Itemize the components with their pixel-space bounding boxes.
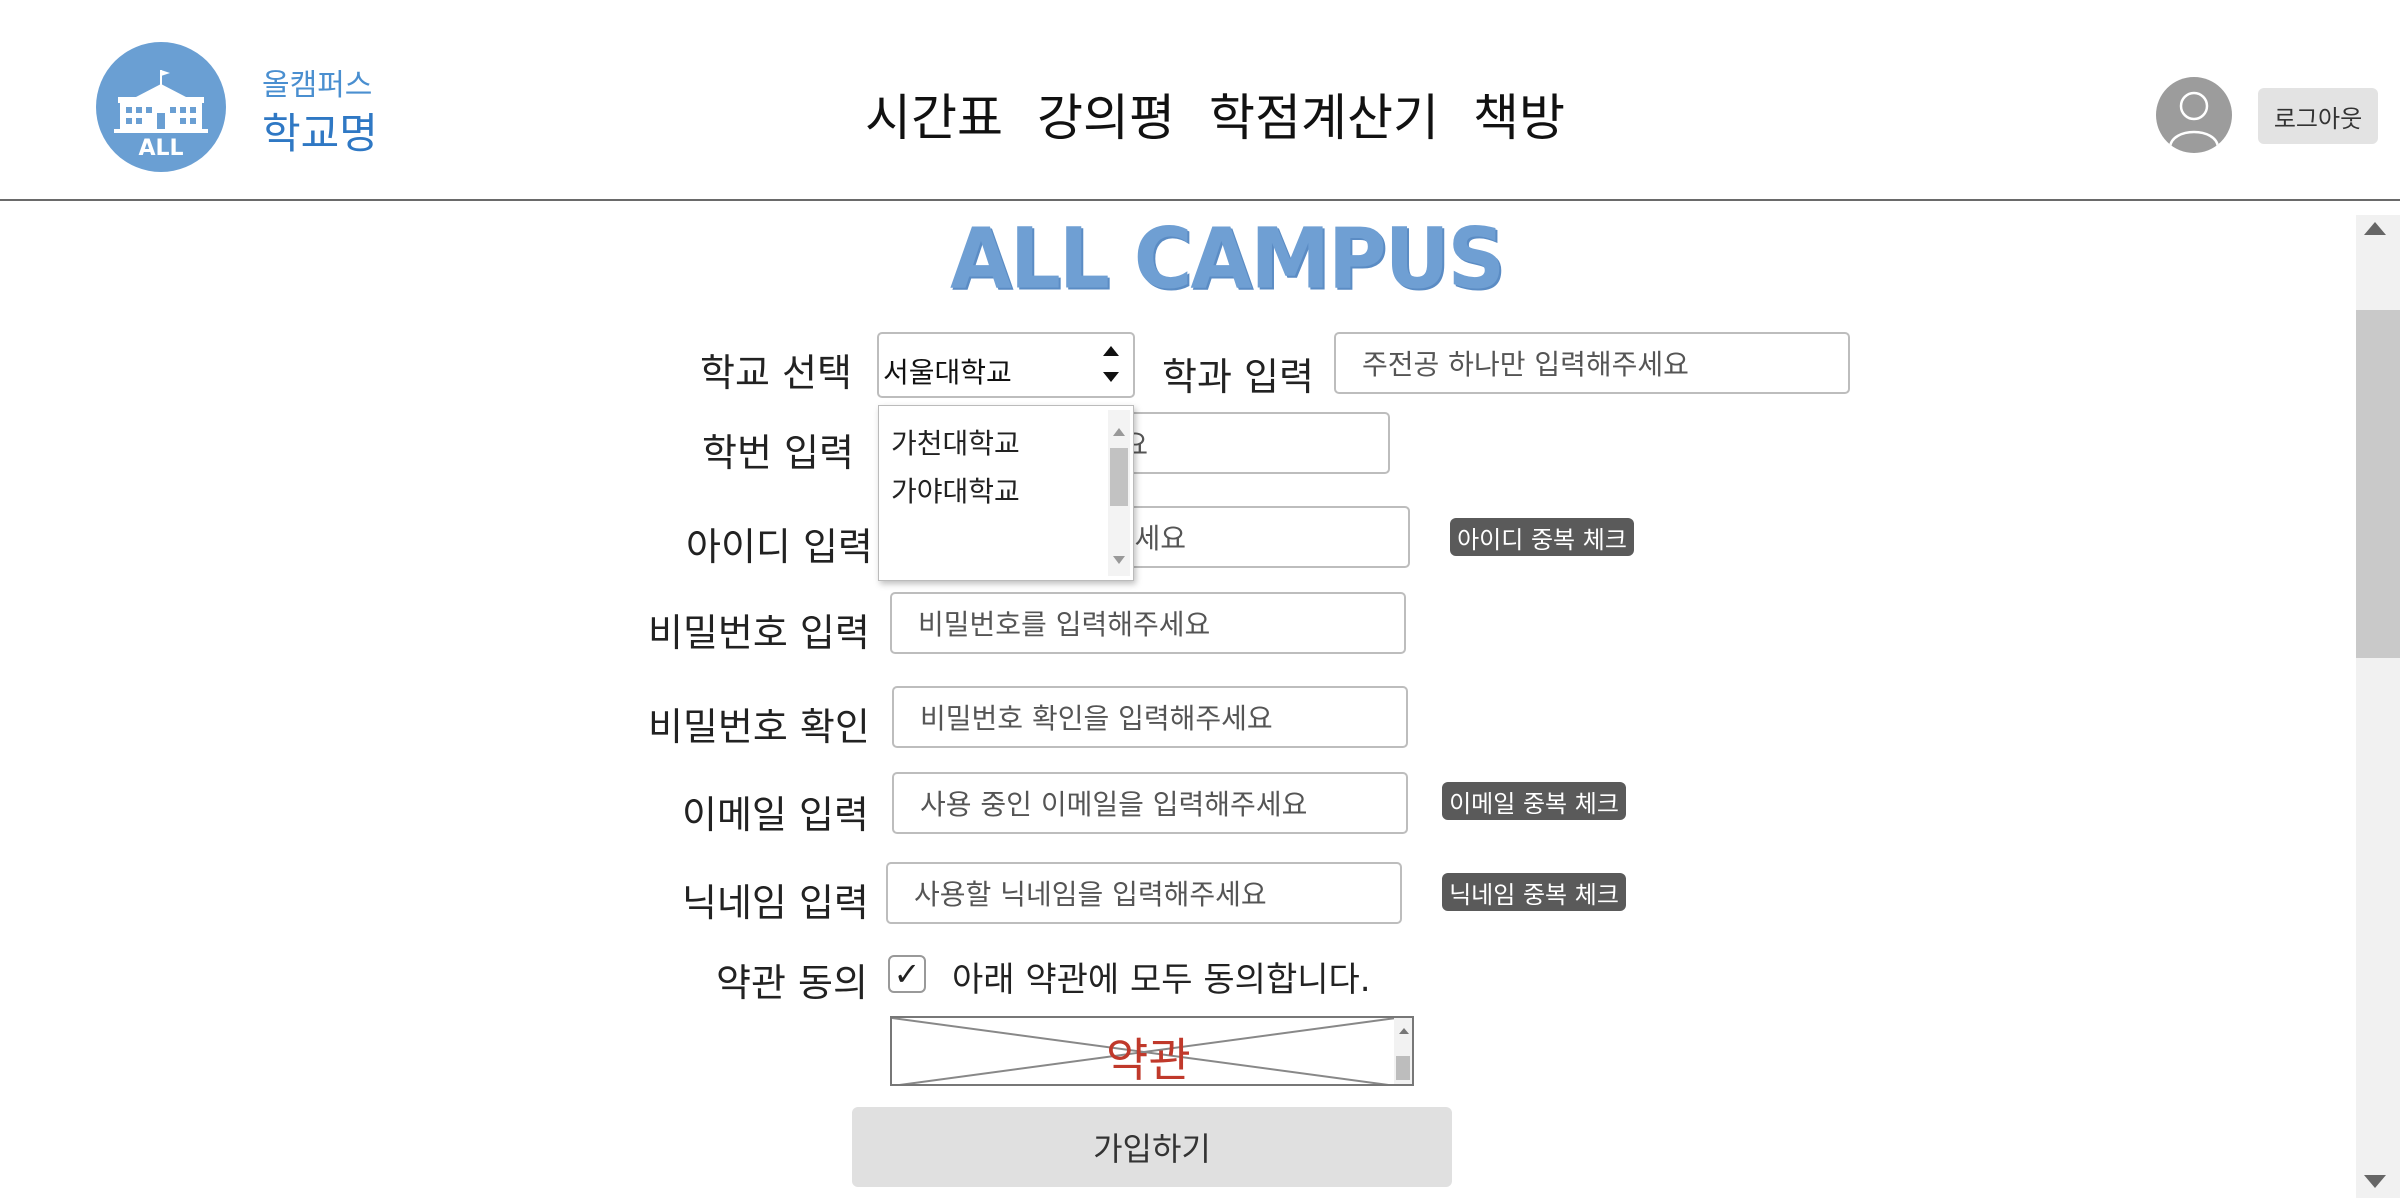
school-select[interactable]: 서울대학교 bbox=[877, 332, 1135, 398]
signup-button[interactable]: 가입하기 bbox=[852, 1107, 1452, 1187]
terms-checkbox[interactable]: ✓ bbox=[888, 955, 926, 993]
school-dropdown-list: 가천대학교 가야대학교 bbox=[878, 405, 1134, 581]
password-label: 비밀번호 입력 bbox=[648, 611, 870, 655]
dropdown-scroll-up-icon[interactable] bbox=[1113, 428, 1125, 436]
nav-bookstore[interactable]: 책방 bbox=[1473, 78, 1565, 150]
email-check-button[interactable]: 이메일 중복 체크 bbox=[1442, 782, 1626, 820]
main-nav: 시간표 강의평 학점계산기 책방 bbox=[865, 78, 1565, 150]
nickname-label: 닉네임 입력 bbox=[682, 881, 869, 925]
terms-label: 약관 동의 bbox=[716, 961, 868, 1005]
logout-button[interactable]: 로그아웃 bbox=[2258, 88, 2378, 144]
select-down-arrow-icon bbox=[1103, 372, 1119, 382]
top-header: ALL 올캠퍼스 학교명 시간표 강의평 학점계산기 책방 로그아웃 bbox=[0, 0, 2400, 201]
nickname-input[interactable]: 사용할 닉네임을 입력해주세요 bbox=[886, 862, 1402, 924]
terms-scrollbar-thumb[interactable] bbox=[1396, 1056, 1410, 1080]
user-icon bbox=[2168, 91, 2220, 148]
scroll-down-arrow-icon[interactable] bbox=[2364, 1175, 2386, 1188]
checkmark-icon: ✓ bbox=[893, 955, 921, 993]
school-option-gachon[interactable]: 가천대학교 bbox=[891, 422, 1020, 462]
nav-timetable[interactable]: 시간표 bbox=[865, 78, 1003, 150]
user-id-label: 아이디 입력 bbox=[686, 525, 873, 569]
nav-grade-calculator[interactable]: 학점계산기 bbox=[1209, 78, 1439, 150]
user-id-check-button[interactable]: 아이디 중복 체크 bbox=[1450, 518, 1634, 556]
school-select-value: 서울대학교 bbox=[883, 356, 1012, 389]
dropdown-scrollbar-thumb[interactable] bbox=[1110, 448, 1128, 506]
avatar[interactable] bbox=[2156, 77, 2232, 153]
brand-name[interactable]: 학교명 bbox=[262, 100, 378, 161]
email-input[interactable]: 사용 중인 이메일을 입력해주세요 bbox=[892, 772, 1408, 834]
nav-lecture-review[interactable]: 강의평 bbox=[1037, 78, 1175, 150]
school-building-icon: ALL bbox=[114, 70, 208, 161]
logo-text: ALL bbox=[138, 136, 183, 161]
nickname-check-button[interactable]: 닉네임 중복 체크 bbox=[1442, 873, 1626, 911]
student-id-label: 학번 입력 bbox=[702, 431, 854, 475]
terms-agree-text: 아래 약관에 모두 동의합니다. bbox=[952, 960, 1371, 1000]
page-scrollbar-thumb[interactable] bbox=[2356, 310, 2400, 658]
password-input[interactable]: 비밀번호를 입력해주세요 bbox=[890, 592, 1406, 654]
major-input[interactable]: 주전공 하나만 입력해주세요 bbox=[1334, 332, 1850, 394]
school-option-gaya[interactable]: 가야대학교 bbox=[891, 470, 1020, 510]
page-title: ALL CAMPUS bbox=[950, 209, 1505, 308]
terms-scroll-up-icon[interactable] bbox=[1399, 1028, 1409, 1034]
dropdown-scroll-down-icon[interactable] bbox=[1113, 556, 1125, 564]
select-up-arrow-icon bbox=[1103, 346, 1119, 356]
password-confirm-input[interactable]: 비밀번호 확인을 입력해주세요 bbox=[892, 686, 1408, 748]
school-select-label: 학교 선택 bbox=[700, 351, 852, 395]
major-label: 학과 입력 bbox=[1162, 355, 1314, 399]
brand-subtitle: 올캠퍼스 bbox=[262, 68, 373, 103]
password-confirm-label: 비밀번호 확인 bbox=[648, 705, 870, 749]
email-label: 이메일 입력 bbox=[682, 793, 869, 837]
scroll-up-arrow-icon[interactable] bbox=[2364, 222, 2386, 235]
school-logo[interactable]: ALL bbox=[96, 42, 226, 172]
terms-title: 약관 bbox=[1106, 1033, 1191, 1087]
user-id-placeholder: 세요 bbox=[1134, 522, 1186, 555]
